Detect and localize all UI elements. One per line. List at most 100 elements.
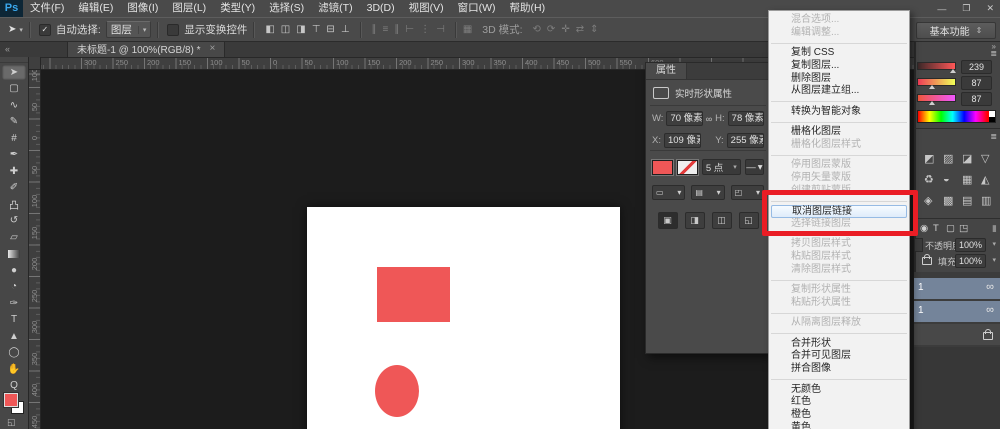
stroke-caps-select[interactable]: ▤▾ xyxy=(691,185,724,200)
3d-rotate-icon[interactable]: ⟲ xyxy=(533,24,541,35)
x-field[interactable]: 109 像素 xyxy=(664,133,701,148)
type-tool[interactable]: T xyxy=(2,312,26,327)
slider-thumb-icon[interactable] xyxy=(950,69,956,73)
height-field[interactable]: 78 像素 xyxy=(728,111,764,126)
chevron-down-icon[interactable]: ▾ xyxy=(992,256,996,264)
align-left-edges-icon[interactable]: ◧ xyxy=(265,24,274,35)
menubar-item[interactable]: 3D(D) xyxy=(360,0,402,17)
distribute-right-icon[interactable]: ⊣ xyxy=(436,24,445,35)
context-menu-item[interactable]: 栅格化图层 xyxy=(769,126,909,139)
adjustment-icon[interactable]: ◩ xyxy=(924,152,934,165)
lock-icon[interactable] xyxy=(922,257,932,265)
layer-row-background[interactable] xyxy=(914,324,1000,345)
adjustment-icon[interactable]: ▤ xyxy=(962,194,972,207)
distribute-left-icon[interactable]: ⊢ xyxy=(405,24,414,35)
menubar-item[interactable]: 视图(V) xyxy=(402,0,451,17)
auto-select-checkbox[interactable]: ✓ xyxy=(39,24,51,36)
tool-preset-caret-icon[interactable]: ▾ xyxy=(19,26,23,34)
context-menu-item[interactable]: 删除图层 xyxy=(769,73,909,86)
align-right-edges-icon[interactable]: ◨ xyxy=(296,24,305,35)
stroke-corners-select[interactable]: ◰▾ xyxy=(731,185,764,200)
auto-align-layers-icon[interactable]: ▦ xyxy=(463,24,472,35)
menubar-item[interactable]: 图层(L) xyxy=(165,0,213,17)
3d-slide-icon[interactable]: ⇄ xyxy=(576,24,584,35)
chevron-down-icon[interactable]: ▾ xyxy=(992,240,996,248)
pathfinder-combine-button[interactable]: ◨ xyxy=(685,212,705,229)
panel-collapse-icon[interactable]: « xyxy=(0,44,15,54)
adjustment-icon[interactable]: ◪ xyxy=(962,152,972,165)
path-selection-tool[interactable]: ▲ xyxy=(2,329,26,344)
stroke-type-dropdown[interactable]: — ▾ xyxy=(745,159,764,175)
ellipse-tool[interactable]: ◯ xyxy=(2,345,26,360)
distribute-horizontal-icon[interactable]: ⋮ xyxy=(420,24,430,35)
fill-color-swatch[interactable] xyxy=(652,160,673,175)
lasso-tool[interactable]: ∿ xyxy=(2,98,26,113)
menubar-item[interactable]: 文件(F) xyxy=(23,0,71,17)
minimize-button[interactable]: — xyxy=(937,4,946,14)
fill-value[interactable]: 100% xyxy=(955,254,986,268)
history-brush-tool[interactable]: ↺ xyxy=(2,213,26,228)
healing-brush-tool[interactable]: ✚ xyxy=(2,164,26,179)
quick-selection-tool[interactable]: ✎ xyxy=(2,114,26,129)
3d-drag-icon[interactable]: ✛ xyxy=(561,24,569,35)
menubar-item[interactable]: 帮助(H) xyxy=(503,0,553,17)
context-menu-item[interactable]: 合并可见图层 xyxy=(769,350,909,363)
menubar-item[interactable]: 类型(Y) xyxy=(213,0,262,17)
adjustment-icon[interactable]: ▨ xyxy=(943,152,953,165)
3d-roll-icon[interactable]: ⟳ xyxy=(547,24,555,35)
color-panel-menu-icon[interactable]: ≣ xyxy=(990,49,997,58)
menubar-item[interactable]: 选择(S) xyxy=(262,0,311,17)
distribute-top-icon[interactable]: ∥ xyxy=(372,24,377,35)
opacity-value[interactable]: 100% xyxy=(955,238,986,252)
filter-smart-objects-icon[interactable]: ◳ xyxy=(959,223,968,234)
adjustment-icon[interactable]: ◒ xyxy=(943,173,950,185)
r-value-field[interactable]: 239 xyxy=(961,60,992,74)
slider-thumb-icon[interactable] xyxy=(929,101,935,105)
context-menu-item[interactable]: 橙色 xyxy=(769,409,909,422)
foreground-color-swatch[interactable] xyxy=(4,393,18,407)
menubar-item[interactable]: 图像(I) xyxy=(120,0,165,17)
menubar-item[interactable]: 窗口(W) xyxy=(451,0,503,17)
b-value-field[interactable]: 87 xyxy=(961,92,992,106)
menubar-item[interactable]: 编辑(E) xyxy=(71,0,120,17)
stroke-color-swatch[interactable] xyxy=(677,160,698,175)
y-field[interactable]: 255 像素 xyxy=(727,133,764,148)
menubar-item[interactable]: 滤镜(T) xyxy=(311,0,359,17)
gradient-tool[interactable] xyxy=(2,246,26,261)
pathfinder-subtract-button[interactable]: ◫ xyxy=(712,212,732,229)
context-menu-item[interactable]: 拼合图像 xyxy=(769,363,909,376)
show-transform-controls-checkbox[interactable] xyxy=(167,24,179,36)
g-slider-track[interactable] xyxy=(917,78,956,86)
close-button[interactable]: ✕ xyxy=(986,3,994,14)
g-value-field[interactable]: 87 xyxy=(961,76,992,90)
context-menu-item[interactable]: 复制图层... xyxy=(769,60,909,73)
adjustment-icon[interactable]: ◭ xyxy=(981,173,989,186)
adjustment-icon[interactable]: ▥ xyxy=(981,194,991,207)
filter-pixel-layers-icon[interactable]: ◉ xyxy=(920,223,928,234)
document-tab[interactable]: 未标题-1 @ 100%(RGB/8) * × xyxy=(67,40,225,57)
move-tool-icon[interactable]: ➤ xyxy=(8,24,16,35)
red-rectangle-shape[interactable] xyxy=(377,267,450,322)
tab-properties[interactable]: 属性 xyxy=(646,63,687,79)
clone-stamp-tool[interactable]: 凸 xyxy=(2,197,26,212)
stroke-alignment-select[interactable]: ▭▾ xyxy=(652,185,685,200)
align-vertical-centers-icon[interactable]: ⊟ xyxy=(326,24,334,35)
rectangular-marquee-tool[interactable]: ▢ xyxy=(2,81,26,96)
adjustment-icon[interactable]: ▽ xyxy=(981,152,989,165)
auto-select-target-dropdown[interactable]: 图层 ▾ xyxy=(106,21,152,38)
eyedropper-tool[interactable]: ✒ xyxy=(2,147,26,162)
filter-shape-layers-icon[interactable]: ▢ xyxy=(946,223,955,234)
pathfinder-new-layer-button[interactable]: ▣ xyxy=(658,212,678,229)
context-menu-item[interactable]: 转换为智能对象 xyxy=(769,106,909,119)
adjustment-icon[interactable]: ◈ xyxy=(924,194,932,207)
stroke-width-dropdown[interactable]: 5 点 ▾ xyxy=(702,159,741,175)
link-dimensions-icon[interactable]: ∞ xyxy=(706,114,712,124)
distribute-bottom-icon[interactable]: ∥ xyxy=(394,24,399,35)
workspace-switcher-button[interactable]: 基本功能 ⇕ xyxy=(916,22,996,39)
width-field[interactable]: 70 像素 xyxy=(666,111,702,126)
pathfinder-intersect-button[interactable]: ◱ xyxy=(739,212,759,229)
adjustment-icon[interactable]: ▦ xyxy=(962,173,972,186)
zoom-tool[interactable]: Q xyxy=(2,378,26,393)
move-tool[interactable]: ➤ xyxy=(2,65,26,80)
adjustments-panel-menu-icon[interactable]: ≣ xyxy=(990,132,997,141)
